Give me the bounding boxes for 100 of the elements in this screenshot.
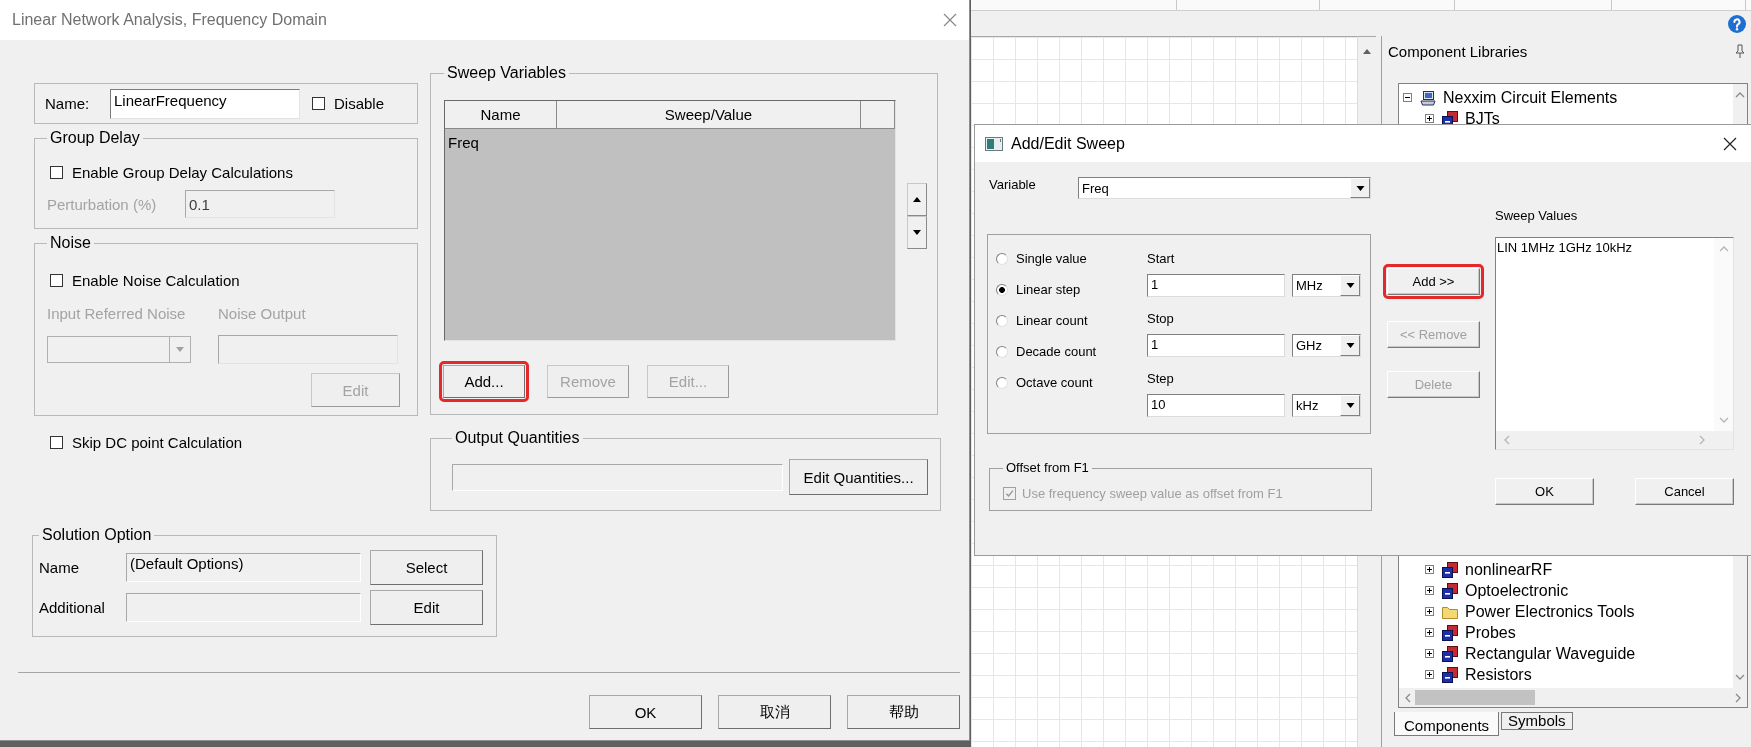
checkbox-label: Enable Noise Calculation bbox=[72, 271, 240, 289]
field-label: Sweep Values bbox=[1495, 208, 1579, 224]
text-field[interactable]: 1 bbox=[1147, 274, 1285, 297]
tree-item[interactable]: Rectangular Waveguide bbox=[1465, 644, 1636, 663]
tab[interactable]: Symbols bbox=[1501, 712, 1573, 730]
dropdown[interactable]: Freq bbox=[1078, 177, 1371, 199]
plus-box-icon[interactable] bbox=[1425, 565, 1434, 574]
column-header[interactable]: Name bbox=[445, 101, 557, 128]
checkbox[interactable] bbox=[50, 165, 63, 179]
field-label: Stop bbox=[1147, 311, 1175, 327]
stacked-blocks-icon bbox=[1442, 666, 1458, 683]
checkbox[interactable] bbox=[50, 435, 63, 449]
radio-button[interactable] bbox=[996, 314, 1008, 327]
plus-box-icon[interactable] bbox=[1425, 607, 1434, 616]
up-button[interactable] bbox=[907, 183, 927, 216]
dropdown[interactable]: GHz bbox=[1292, 334, 1361, 357]
plus-box-icon[interactable] bbox=[1425, 670, 1434, 679]
pin-icon[interactable] bbox=[1735, 44, 1745, 58]
minus-box-icon[interactable] bbox=[1403, 93, 1412, 102]
caret-down-icon bbox=[1345, 283, 1355, 288]
select-button[interactable]: Select bbox=[370, 550, 483, 585]
scrollbar[interactable] bbox=[1496, 431, 1733, 449]
group-title: Output Quantities bbox=[454, 429, 581, 447]
group-title: Noise bbox=[49, 234, 92, 252]
scrollbar[interactable] bbox=[1714, 238, 1733, 431]
caret-down-icon bbox=[1345, 343, 1355, 348]
field-label: Input Referred Noise bbox=[47, 304, 187, 322]
group-title: Group Delay bbox=[49, 129, 141, 147]
checkbox-label: Disable bbox=[334, 95, 385, 112]
window-title: Add/Edit Sweep bbox=[1011, 134, 1126, 153]
plus-box-icon[interactable] bbox=[1425, 628, 1434, 637]
computer-icon bbox=[1420, 89, 1436, 106]
radio-label: Octave count bbox=[1016, 375, 1093, 390]
chevron-down-icon bbox=[1735, 674, 1745, 680]
text-field[interactable] bbox=[126, 593, 361, 622]
cancel-button[interactable]: 取消 bbox=[718, 695, 831, 729]
tab[interactable]: Components bbox=[1394, 712, 1500, 736]
tree-item[interactable]: Optoelectronic bbox=[1465, 581, 1569, 600]
radio-button[interactable] bbox=[996, 345, 1008, 358]
field-label: Perturbation (%) bbox=[47, 195, 158, 213]
field-label: Variable bbox=[989, 177, 1037, 194]
caret-down-icon bbox=[1355, 185, 1365, 191]
scrollbar-thumb[interactable] bbox=[1415, 690, 1535, 705]
stacked-blocks-icon bbox=[1442, 645, 1458, 662]
caret-down-icon bbox=[913, 230, 921, 235]
stacked-blocks-icon bbox=[1442, 624, 1458, 641]
radio-label: Linear step bbox=[1016, 282, 1081, 297]
table-cell[interactable]: Freq bbox=[445, 129, 557, 156]
checkmark-icon bbox=[1005, 488, 1014, 498]
chevron-up-icon bbox=[1718, 246, 1729, 252]
column-header[interactable]: Sweep/Value bbox=[557, 101, 861, 128]
field-label: Name bbox=[39, 559, 80, 576]
ok-button[interactable]: OK bbox=[589, 695, 702, 729]
close-button[interactable] bbox=[1723, 136, 1737, 151]
dropdown[interactable]: kHz bbox=[1292, 394, 1361, 417]
window-title: Linear Network Analysis, Frequency Domain bbox=[12, 11, 327, 29]
tree-item[interactable]: Nexxim Circuit Elements bbox=[1443, 88, 1618, 107]
dropdown[interactable]: MHz bbox=[1292, 274, 1361, 297]
chevron-right-icon bbox=[1699, 435, 1705, 445]
close-icon bbox=[943, 13, 957, 27]
window-icon bbox=[985, 136, 1003, 151]
group-title: Offset from F1 bbox=[1005, 460, 1090, 476]
checkbox[interactable] bbox=[312, 97, 325, 110]
cancel-button[interactable]: Cancel bbox=[1635, 478, 1734, 505]
edit-quantities-button[interactable]: Edit Quantities... bbox=[789, 459, 928, 495]
list-item[interactable]: LIN 1MHz 1GHz 10kHz bbox=[1497, 240, 1633, 255]
edit-button[interactable]: Edit bbox=[370, 590, 483, 625]
tree-item[interactable]: Power Electronics Tools bbox=[1465, 602, 1635, 621]
checkbox-label: Skip DC point Calculation bbox=[72, 433, 243, 451]
plus-box-icon[interactable] bbox=[1425, 586, 1434, 595]
radio-label: Linear count bbox=[1016, 313, 1088, 328]
help-icon[interactable] bbox=[1728, 14, 1746, 33]
sweep-values-list[interactable]: LIN 1MHz 1GHz 10kHz bbox=[1495, 237, 1734, 450]
chevron-up-icon bbox=[1735, 92, 1745, 98]
text-field[interactable]: 10 bbox=[1147, 394, 1285, 417]
ok-button[interactable]: OK bbox=[1495, 478, 1594, 505]
radio-button[interactable] bbox=[996, 283, 1008, 296]
text-field[interactable]: (Default Options) bbox=[126, 553, 361, 582]
text-field[interactable] bbox=[452, 463, 784, 491]
chevron-down-icon bbox=[1718, 417, 1729, 423]
tree-item[interactable]: Resistors bbox=[1465, 665, 1532, 684]
text-field[interactable]: 1 bbox=[1147, 334, 1285, 357]
help-button[interactable]: 帮助 bbox=[847, 695, 960, 729]
tree-item[interactable]: nonlinearRF bbox=[1465, 560, 1553, 579]
stacked-blocks-icon bbox=[1442, 582, 1458, 599]
field-label: Step bbox=[1147, 371, 1175, 387]
name-field[interactable]: LinearFrequency bbox=[110, 88, 300, 119]
radio-button[interactable] bbox=[996, 252, 1008, 265]
scrollbar[interactable] bbox=[1399, 688, 1747, 707]
field-label: Noise Output bbox=[218, 304, 307, 322]
field-label: Name: bbox=[45, 95, 91, 112]
plus-box-icon[interactable] bbox=[1425, 649, 1434, 658]
tree-item[interactable]: Probes bbox=[1465, 623, 1516, 642]
down-button[interactable] bbox=[907, 216, 927, 249]
tree-item[interactable]: BJTs bbox=[1465, 109, 1500, 128]
field-label: Additional bbox=[39, 599, 106, 616]
plus-box-icon[interactable] bbox=[1425, 114, 1434, 123]
add-button[interactable]: Add >> bbox=[1387, 268, 1480, 295]
add-button[interactable]: Add... bbox=[443, 365, 525, 398]
radio-button[interactable] bbox=[996, 376, 1008, 389]
